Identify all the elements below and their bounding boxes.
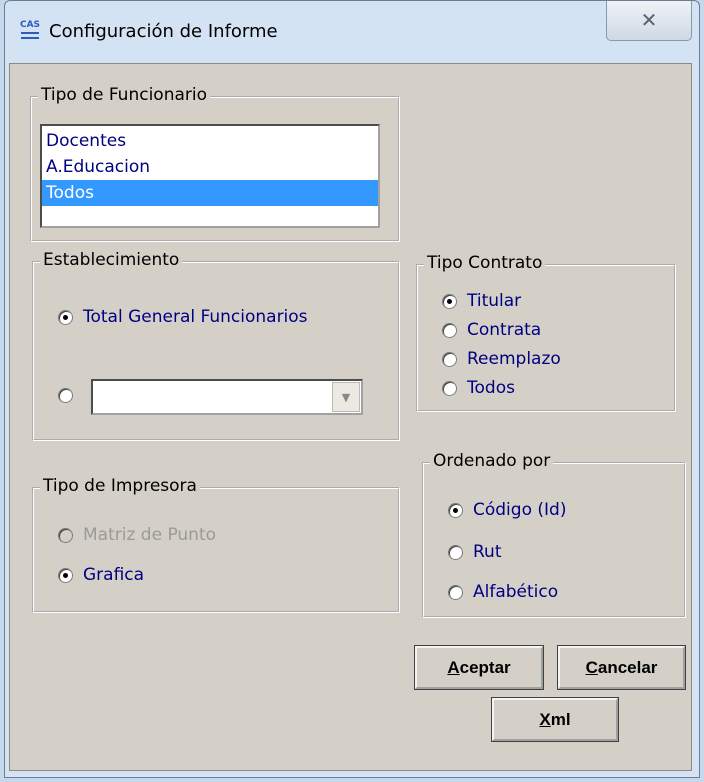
title-bar[interactable]: CAS Configuración de Informe ✕ [5, 1, 699, 63]
group-tipo-contrato: Tipo Contrato Titular Contrata Reemplazo… [416, 253, 676, 412]
close-button[interactable]: ✕ [606, 1, 692, 41]
funcionario-listbox[interactable]: Docentes A.Educacion Todos [40, 124, 380, 228]
button-accelerator: C [585, 658, 598, 677]
group-legend: Tipo de Funcionario [38, 85, 211, 105]
radio-label: Código (Id) [473, 500, 567, 520]
radio-label: Grafica [83, 565, 145, 585]
radio-unchecked-icon[interactable] [448, 544, 463, 560]
radio-alfabetico[interactable]: Alfabético [448, 582, 558, 602]
radio-titular[interactable]: Titular [442, 291, 521, 311]
radio-unchecked-icon[interactable] [58, 388, 73, 403]
radio-unchecked-icon[interactable] [442, 351, 457, 367]
radio-disabled-icon [58, 527, 73, 543]
group-tipo-funcionario: Tipo de Funcionario Docentes A.Educacion… [30, 85, 400, 242]
dialog-body: Tipo de Funcionario Docentes A.Educacion… [9, 63, 692, 771]
dialog-window: CAS Configuración de Informe ✕ Tipo de F… [4, 0, 700, 778]
close-icon: ✕ [640, 8, 658, 32]
radio-label: Total General Funcionarios [83, 307, 308, 327]
aceptar-button[interactable]: Aceptar [414, 645, 544, 690]
button-accelerator: A [447, 658, 460, 677]
group-legend: Tipo de Impresora [40, 476, 200, 496]
button-label: ml [550, 710, 571, 729]
radio-label: Matriz de Punto [83, 525, 217, 545]
group-legend: Tipo Contrato [424, 253, 546, 273]
xml-button[interactable]: Xml [491, 697, 619, 742]
radio-label: Titular [467, 291, 522, 311]
radio-codigo[interactable]: Código (Id) [448, 500, 566, 520]
button-accelerator: X [539, 710, 551, 729]
radio-label: Reemplazo [467, 349, 561, 369]
radio-label: Contrata [467, 320, 542, 340]
chevron-down-icon[interactable]: ▼ [332, 382, 360, 412]
button-label: ceptar [459, 658, 511, 677]
radio-checked-icon[interactable] [442, 293, 457, 309]
group-ordenado-por: Ordenado por Código (Id) Rut Alfabético [422, 451, 686, 618]
group-legend: Ordenado por [430, 451, 554, 471]
group-legend: Establecimiento [40, 250, 183, 270]
list-item[interactable]: Docentes [42, 128, 378, 154]
radio-matriz-punto: Matriz de Punto [58, 525, 216, 545]
radio-checked-icon[interactable] [58, 309, 73, 325]
app-logo-icon: CAS [19, 20, 41, 42]
button-label: ancelar [597, 658, 658, 677]
radio-contrata[interactable]: Contrata [442, 320, 541, 340]
radio-reemplazo[interactable]: Reemplazo [442, 349, 561, 369]
radio-rut[interactable]: Rut [448, 542, 502, 562]
radio-checked-icon[interactable] [58, 567, 73, 583]
list-item[interactable]: A.Educacion [42, 154, 378, 180]
radio-establecimiento[interactable] [58, 388, 83, 403]
radio-unchecked-icon[interactable] [442, 380, 457, 396]
radio-todos[interactable]: Todos [442, 378, 515, 398]
radio-unchecked-icon[interactable] [448, 584, 463, 600]
radio-label: Todos [467, 378, 515, 398]
group-tipo-impresora: Tipo de Impresora Matriz de Punto Grafic… [32, 476, 400, 613]
cancelar-button[interactable]: Cancelar [557, 645, 686, 690]
radio-unchecked-icon[interactable] [442, 322, 457, 338]
list-item-selected[interactable]: Todos [42, 180, 378, 206]
radio-label: Alfabético [473, 582, 559, 602]
radio-grafica[interactable]: Grafica [58, 565, 144, 585]
radio-checked-icon[interactable] [448, 502, 463, 518]
radio-total-general[interactable]: Total General Funcionarios [58, 307, 308, 327]
establecimiento-combo[interactable]: ▼ [91, 379, 363, 415]
window-title: Configuración de Informe [49, 21, 278, 42]
group-establecimiento: Establecimiento Total General Funcionari… [32, 250, 400, 441]
radio-label: Rut [473, 542, 502, 562]
